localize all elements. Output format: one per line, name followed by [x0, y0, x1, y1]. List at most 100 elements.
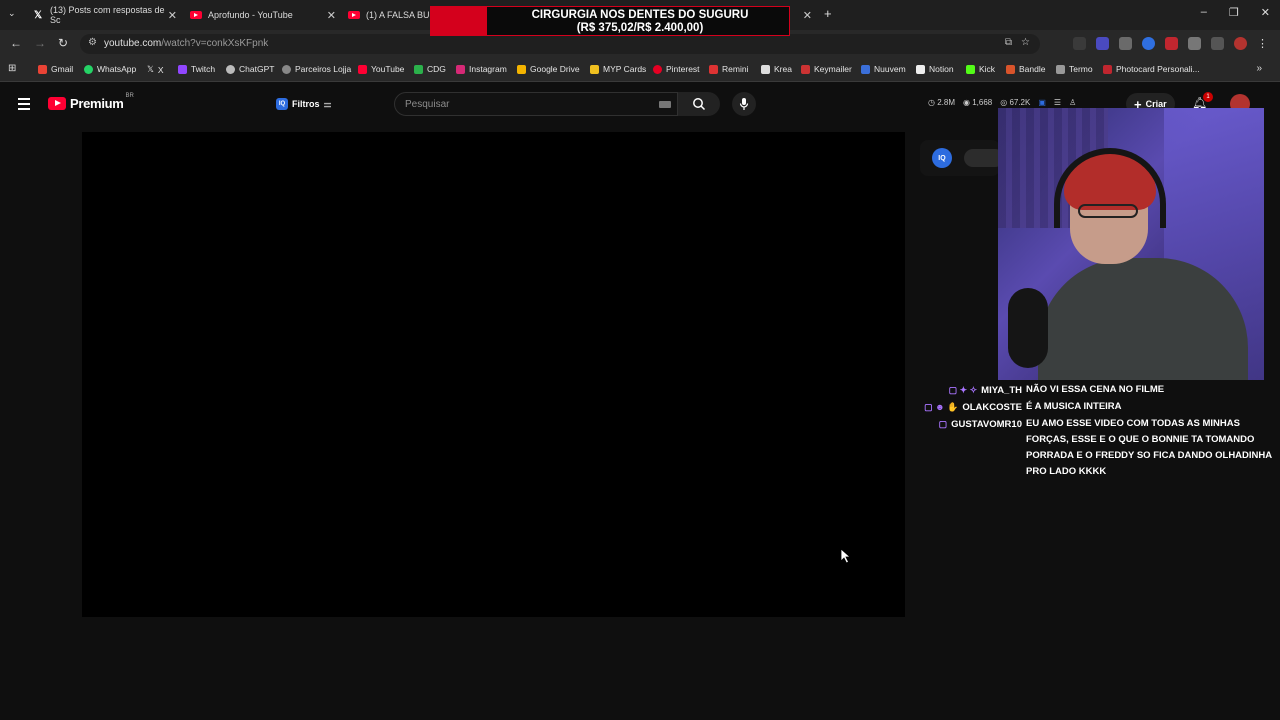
chat-badge-icon: ▢ [938, 419, 948, 429]
bookmark-label: Gmail [51, 64, 74, 74]
chat-user: ▢ GUSTAVOMR10 [938, 419, 1022, 430]
chat-text: EU AMO ESSE VIDEO COM TODAS AS MINHAS FO… [1026, 418, 1272, 477]
profile-avatar-icon[interactable] [1234, 37, 1247, 50]
menu-hamburger-icon[interactable] [18, 98, 30, 113]
bandle-icon [1006, 64, 1015, 74]
stream-chat-overlay: ▢ ✦ ✧ MIYA_TH NÃO VI ESSA CENA NO FILME ▢… [912, 382, 1272, 481]
bookmark-label: Remini [722, 64, 749, 74]
extension-icon[interactable] [1165, 37, 1178, 50]
bookmark-bandle[interactable]: Bandle [1006, 64, 1045, 74]
restore-icon[interactable]: ❐ [1229, 6, 1239, 19]
donation-goal-banner: CIRGURGIA NOS DENTES DO SUGURU (R$ 375,0… [430, 6, 790, 36]
extension-icon[interactable] [1073, 37, 1086, 50]
search-input[interactable]: Pesquisar [394, 92, 678, 116]
site-settings-icon[interactable]: ⚙ [88, 37, 97, 48]
channel-stats: ◷ 2.8M ◉ 1,668 ◎ 67.2K ▣ ☰ ♙ [928, 98, 1076, 107]
bookmark-keymailer[interactable]: Keymailer [801, 64, 852, 74]
bookmark-label: MYP Cards [603, 64, 647, 74]
bookmark-whatsapp[interactable]: WhatsApp [84, 64, 136, 74]
url-text: youtube.com/watch?v=conkXsKFpnk [104, 38, 268, 49]
bookmark-instagram[interactable]: Instagram [456, 64, 507, 74]
bookmark-kick[interactable]: Kick [966, 64, 995, 74]
tab-aprofundo-youtube[interactable]: Aprofundo - YouTube ✕ [190, 4, 336, 26]
bookmark-label: Pinterest [666, 64, 700, 74]
apps-grid-icon[interactable]: ⊞ [8, 63, 16, 74]
bookmarks-bar: ⊞ Gmail WhatsApp 𝕏X Twitch ChatGPT Parce… [0, 58, 1280, 82]
x-logo-icon: 𝕏 [147, 64, 154, 74]
video-player[interactable] [82, 132, 905, 617]
trophy-icon[interactable]: ♙ [1069, 98, 1076, 107]
notification-count-badge: 1 [1203, 92, 1213, 102]
chat-text: É A MUSICA INTEIRA [1026, 401, 1122, 412]
tab-list-chevron-icon[interactable]: ⌄ [8, 8, 16, 19]
new-tab-button[interactable]: + [824, 6, 832, 21]
bookmark-cdg[interactable]: CDG [414, 64, 446, 74]
list-icon[interactable]: ☰ [1054, 98, 1061, 107]
region-code: BR [125, 92, 134, 99]
close-tab-icon[interactable]: ✕ [803, 9, 812, 22]
search-icon [693, 98, 706, 111]
minimize-icon[interactable]: – [1201, 6, 1207, 19]
bookmark-parceiros[interactable]: Parceiros Lojja [282, 64, 351, 74]
nuuvem-icon [861, 64, 870, 74]
bookmark-nuuvem[interactable]: Nuuvem [861, 64, 906, 74]
bookmark-twitch[interactable]: Twitch [178, 64, 215, 74]
bookmark-remini[interactable]: Remini [709, 64, 748, 74]
bookmark-star-icon[interactable]: ☆ [1021, 37, 1030, 48]
media-icon[interactable] [1211, 37, 1224, 50]
bookmark-label: WhatsApp [97, 64, 137, 74]
bookmark-krea[interactable]: Krea [761, 64, 792, 74]
close-window-icon[interactable]: ✕ [1261, 6, 1270, 19]
bookmark-label: Nuuvem [874, 64, 906, 74]
banner-title: CIRGURGIA NOS DENTES DO SUGURU [531, 9, 749, 21]
tab-x-posts[interactable]: 𝕏 (13) Posts com respostas de Sc ✕ [32, 4, 177, 26]
close-tab-icon[interactable]: ✕ [327, 9, 336, 22]
filters-label: Filtros [292, 99, 320, 109]
bookmark-x[interactable]: 𝕏X [147, 64, 164, 75]
iq-icon[interactable]: IQ [932, 148, 952, 168]
close-tab-icon[interactable]: ✕ [168, 9, 177, 22]
remini-icon [709, 64, 718, 74]
search-button[interactable] [678, 92, 720, 116]
youtube-premium-logo[interactable]: Premium BR [48, 92, 134, 111]
keymailer-icon [801, 64, 810, 74]
bookmark-photocard[interactable]: Photocard Personali... [1103, 64, 1200, 74]
globe-icon [282, 64, 291, 74]
bookmark-youtube[interactable]: YouTube [358, 64, 404, 74]
krea-icon [761, 64, 770, 74]
bookmark-google-drive[interactable]: Google Drive [517, 64, 580, 74]
tab-label: Aprofundo - YouTube [208, 10, 293, 20]
forward-icon[interactable]: → [34, 36, 46, 50]
chat-message: ▢ ☻ ✋ OLAKCOSTE É A MUSICA INTEIRA [912, 399, 1272, 415]
keyboard-icon[interactable] [659, 101, 671, 108]
google-drive-icon [517, 64, 526, 74]
youtube-icon [358, 64, 367, 74]
bookmark-label: Kick [979, 64, 996, 74]
menu-dots-icon[interactable]: ⋮ [1257, 37, 1268, 50]
whatsapp-icon [84, 64, 93, 74]
puzzle-icon[interactable] [1188, 37, 1201, 50]
extension-icon[interactable] [1142, 37, 1155, 50]
filters-button[interactable]: IQ Filtros ⚌ [276, 94, 332, 114]
bookmark-termo[interactable]: Termo [1056, 64, 1093, 74]
iq-icon[interactable]: ▣ [1038, 98, 1046, 107]
more-bookmarks-icon[interactable]: » [1256, 63, 1262, 74]
reload-icon[interactable]: ↻ [58, 36, 68, 50]
back-icon[interactable]: ← [10, 36, 22, 50]
extension-icon[interactable] [1096, 37, 1109, 50]
chat-user: ▢ ✦ ✧ MIYA_TH [948, 385, 1022, 396]
bookmark-myp-cards[interactable]: MYP Cards [590, 64, 646, 74]
install-icon[interactable]: ⧉ [1005, 37, 1012, 48]
bookmark-gmail[interactable]: Gmail [38, 64, 73, 74]
extension-icon[interactable] [1119, 37, 1132, 50]
twitch-icon [178, 64, 187, 74]
url-omnibox[interactable]: ⚙ youtube.com/watch?v=conkXsKFpnk ⧉ ☆ [80, 34, 1040, 54]
voice-search-button[interactable] [732, 92, 756, 116]
bookmark-notion[interactable]: Notion [916, 64, 954, 74]
bookmark-chatgpt[interactable]: ChatGPT [226, 64, 274, 74]
bookmark-label: ChatGPT [239, 64, 275, 74]
url-host: youtube.com [104, 38, 162, 49]
termo-icon [1056, 64, 1065, 74]
bookmark-pinterest[interactable]: Pinterest [653, 64, 700, 74]
sliders-icon: ⚌ [323, 98, 332, 109]
